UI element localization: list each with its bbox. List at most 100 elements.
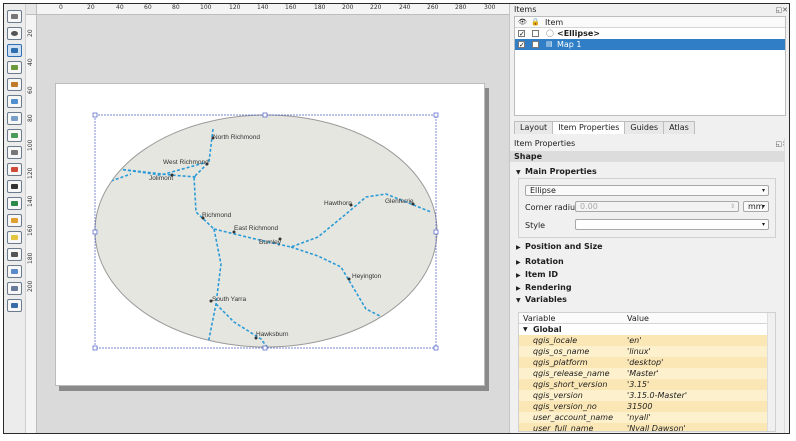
add-map-tool-icon[interactable] xyxy=(7,95,22,108)
tools-toolbar xyxy=(4,4,26,433)
properties-scrollbar[interactable] xyxy=(784,138,789,433)
tab-item-properties[interactable]: Item Properties xyxy=(552,121,626,134)
map-item-icon: ▤ xyxy=(546,40,553,48)
section-main-properties[interactable]: ▼ Main Properties xyxy=(516,166,597,177)
ruler-tick-label: 40 xyxy=(116,4,124,11)
ruler-tick-label: 140 xyxy=(257,4,269,11)
expand-down-icon: ▼ xyxy=(523,326,528,333)
ruler-tick-label: 120 xyxy=(229,4,241,11)
variable-row[interactable]: qgis_version '3.15.0-Master' xyxy=(519,390,769,401)
place-label: Glenferrie xyxy=(385,198,414,205)
variable-row[interactable]: qgis_version_no 31500 xyxy=(519,401,769,412)
add-table-tool-icon[interactable] xyxy=(7,282,22,295)
ellipse-icon: ◯ xyxy=(546,29,554,37)
ruler-tick-label: 60 xyxy=(144,4,152,11)
section-rotation[interactable]: ▶ Rotation xyxy=(516,256,564,267)
shape-title-bar: Shape xyxy=(510,151,789,162)
items-list: 👁 🔒 Item ✓ ◯ <Ellipse> ✓ ▤ Map 1 xyxy=(514,16,786,116)
add-arrow-tool-icon[interactable] xyxy=(7,248,22,261)
section-label: Variables xyxy=(525,295,567,304)
item-visible-checkbox[interactable]: ✓ xyxy=(518,41,525,49)
tab-layout[interactable]: Layout xyxy=(514,121,554,134)
layout-page[interactable]: North Richmond West Richmond Jolimont Ha… xyxy=(55,83,485,386)
place-label: Hawksburn xyxy=(256,331,289,338)
shape-type-combo[interactable]: Ellipse ▾ xyxy=(525,185,769,196)
move-content-tool-icon[interactable] xyxy=(7,61,22,74)
variable-name: qgis_platform xyxy=(533,358,588,367)
add-scalebar-tool-icon[interactable] xyxy=(7,180,22,193)
variable-value: 'Nyall Dawson' xyxy=(627,424,686,432)
add-label-tool-icon[interactable] xyxy=(7,146,22,159)
item-visible-checkbox[interactable]: ✓ xyxy=(518,30,525,38)
place-label: North Richmond xyxy=(213,134,260,141)
variables-scrollbar[interactable] xyxy=(767,313,775,431)
variable-row[interactable]: qgis_short_version '3.15' xyxy=(519,379,769,390)
ruler-tick-label: 120 xyxy=(27,167,34,179)
variable-name: qgis_locale xyxy=(533,336,578,345)
section-position-size[interactable]: ▶ Position and Size xyxy=(516,241,603,252)
tab-atlas[interactable]: Atlas xyxy=(663,121,695,134)
edit-nodes-tool-icon[interactable] xyxy=(7,78,22,91)
layout-canvas[interactable]: North Richmond West Richmond Jolimont Ha… xyxy=(37,15,509,433)
add-legend-tool-icon[interactable] xyxy=(7,163,22,176)
chevron-down-icon: ▾ xyxy=(761,203,765,210)
add-picture-tool-icon[interactable] xyxy=(7,129,22,142)
select-tool-icon[interactable] xyxy=(7,44,22,57)
items-row-map[interactable]: ✓ ▤ Map 1 xyxy=(515,39,785,50)
variable-value: 'desktop' xyxy=(627,358,664,367)
item-lock-checkbox[interactable] xyxy=(532,30,539,37)
map-item[interactable]: North Richmond West Richmond Jolimont Ha… xyxy=(56,84,486,387)
variable-row[interactable]: qgis_release_name 'Master' xyxy=(519,368,769,379)
ruler-tick-label: 160 xyxy=(27,224,34,236)
section-label: Position and Size xyxy=(525,242,603,251)
resize-handle xyxy=(262,112,268,118)
dock-tabs: Layout Item Properties Guides Atlas xyxy=(514,121,695,134)
ruler-tick-label: 240 xyxy=(399,4,411,11)
ruler-tick-label: 140 xyxy=(27,195,34,207)
tab-guides[interactable]: Guides xyxy=(624,121,665,134)
section-variables[interactable]: ▼ Variables xyxy=(516,294,567,305)
station-marker xyxy=(347,277,351,281)
variables-header: Variable Value xyxy=(519,313,769,324)
resize-handle xyxy=(433,345,439,351)
chevron-down-icon: ▾ xyxy=(761,187,765,194)
variable-row[interactable]: qgis_os_name 'linux' xyxy=(519,346,769,357)
add-html-tool-icon[interactable] xyxy=(7,299,22,312)
ruler-tick-label: 0 xyxy=(59,4,63,11)
main-properties-group: Ellipse ▾ Corner radius 0.00 ⇕ mm ▾ Styl… xyxy=(518,178,776,238)
add-polygon-tool-icon[interactable] xyxy=(7,265,22,278)
section-rendering[interactable]: ▶ Rendering xyxy=(516,282,572,293)
item-name: Map 1 xyxy=(557,40,582,49)
items-row-ellipse[interactable]: ✓ ◯ <Ellipse> xyxy=(515,28,785,39)
ruler-tick-label: 300 xyxy=(484,4,496,11)
panel-float-close-icon[interactable]: ◱✕ xyxy=(776,5,788,16)
corner-radius-spinbox[interactable]: 0.00 ⇕ xyxy=(575,201,739,212)
ruler-tick-label: 100 xyxy=(27,139,34,151)
corner-radius-unit-combo[interactable]: mm ▾ xyxy=(743,201,769,212)
zoom-tool-icon[interactable] xyxy=(7,27,22,40)
item-properties-panel: Item Properties ◱✕ Shape ▼ Main Propertie… xyxy=(510,138,789,433)
variable-row[interactable]: qgis_platform 'desktop' xyxy=(519,357,769,368)
items-panel-title: Items xyxy=(514,5,537,14)
ruler-tick-label: 40 xyxy=(27,58,34,66)
pan-tool-icon[interactable] xyxy=(7,10,22,23)
style-label: Style xyxy=(525,221,546,230)
variable-row[interactable]: user_full_name 'Nyall Dawson' xyxy=(519,423,769,432)
style-symbol-button[interactable]: ▾ xyxy=(575,219,769,230)
lock-icon: 🔒 xyxy=(531,18,540,26)
variable-row[interactable]: user_account_name 'nyall' xyxy=(519,412,769,423)
item-lock-checkbox[interactable] xyxy=(532,41,539,48)
expand-down-icon: ▼ xyxy=(516,169,521,176)
section-item-id[interactable]: ▶ Item ID xyxy=(516,269,558,280)
expand-right-icon: ▶ xyxy=(516,285,521,292)
variables-group-global[interactable]: ▼ Global xyxy=(519,324,769,335)
add-shape-tool-icon[interactable] xyxy=(7,214,22,227)
variable-row[interactable]: qgis_locale 'en' xyxy=(519,335,769,346)
shape-type-value: Ellipse xyxy=(530,186,556,195)
add-north-arrow-tool-icon[interactable] xyxy=(7,197,22,210)
add-marker-tool-icon[interactable] xyxy=(7,231,22,244)
add-3d-map-tool-icon[interactable] xyxy=(7,112,22,125)
ruler-tick-label: 160 xyxy=(285,4,297,11)
item-name: <Ellipse> xyxy=(557,29,601,38)
ruler-tick-label: 260 xyxy=(427,4,439,11)
